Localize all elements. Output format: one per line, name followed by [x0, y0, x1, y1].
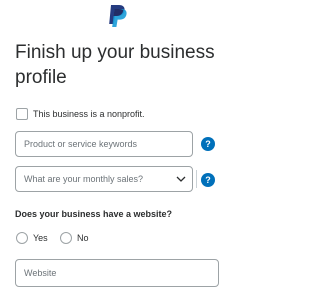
- radio-yes[interactable]: Yes: [16, 232, 48, 244]
- nonprofit-label[interactable]: This business is a nonprofit.: [33, 109, 145, 119]
- radio-no[interactable]: No: [60, 232, 89, 244]
- radio-no-circle[interactable]: [60, 232, 72, 244]
- radio-no-label[interactable]: No: [77, 233, 89, 243]
- select-divider: [196, 170, 197, 188]
- website-field[interactable]: [15, 259, 219, 287]
- keywords-input[interactable]: [16, 132, 192, 156]
- radio-yes-circle[interactable]: [16, 232, 28, 244]
- chevron-down-icon: [176, 176, 186, 182]
- keywords-help-icon[interactable]: ?: [201, 137, 215, 151]
- monthly-sales-select[interactable]: What are your monthly sales?: [15, 166, 197, 192]
- page-title: Finish up your business profile: [15, 42, 215, 88]
- radio-yes-label[interactable]: Yes: [33, 233, 48, 243]
- website-question: Does your business have a website?: [15, 209, 173, 219]
- paypal-logo-icon: [109, 5, 127, 27]
- nonprofit-row[interactable]: This business is a nonprofit.: [16, 108, 145, 120]
- website-input[interactable]: [16, 260, 218, 286]
- sales-help-icon[interactable]: ?: [201, 173, 215, 187]
- nonprofit-checkbox[interactable]: [16, 108, 28, 120]
- monthly-sales-placeholder: What are your monthly sales?: [24, 174, 144, 184]
- keywords-field[interactable]: [15, 131, 193, 157]
